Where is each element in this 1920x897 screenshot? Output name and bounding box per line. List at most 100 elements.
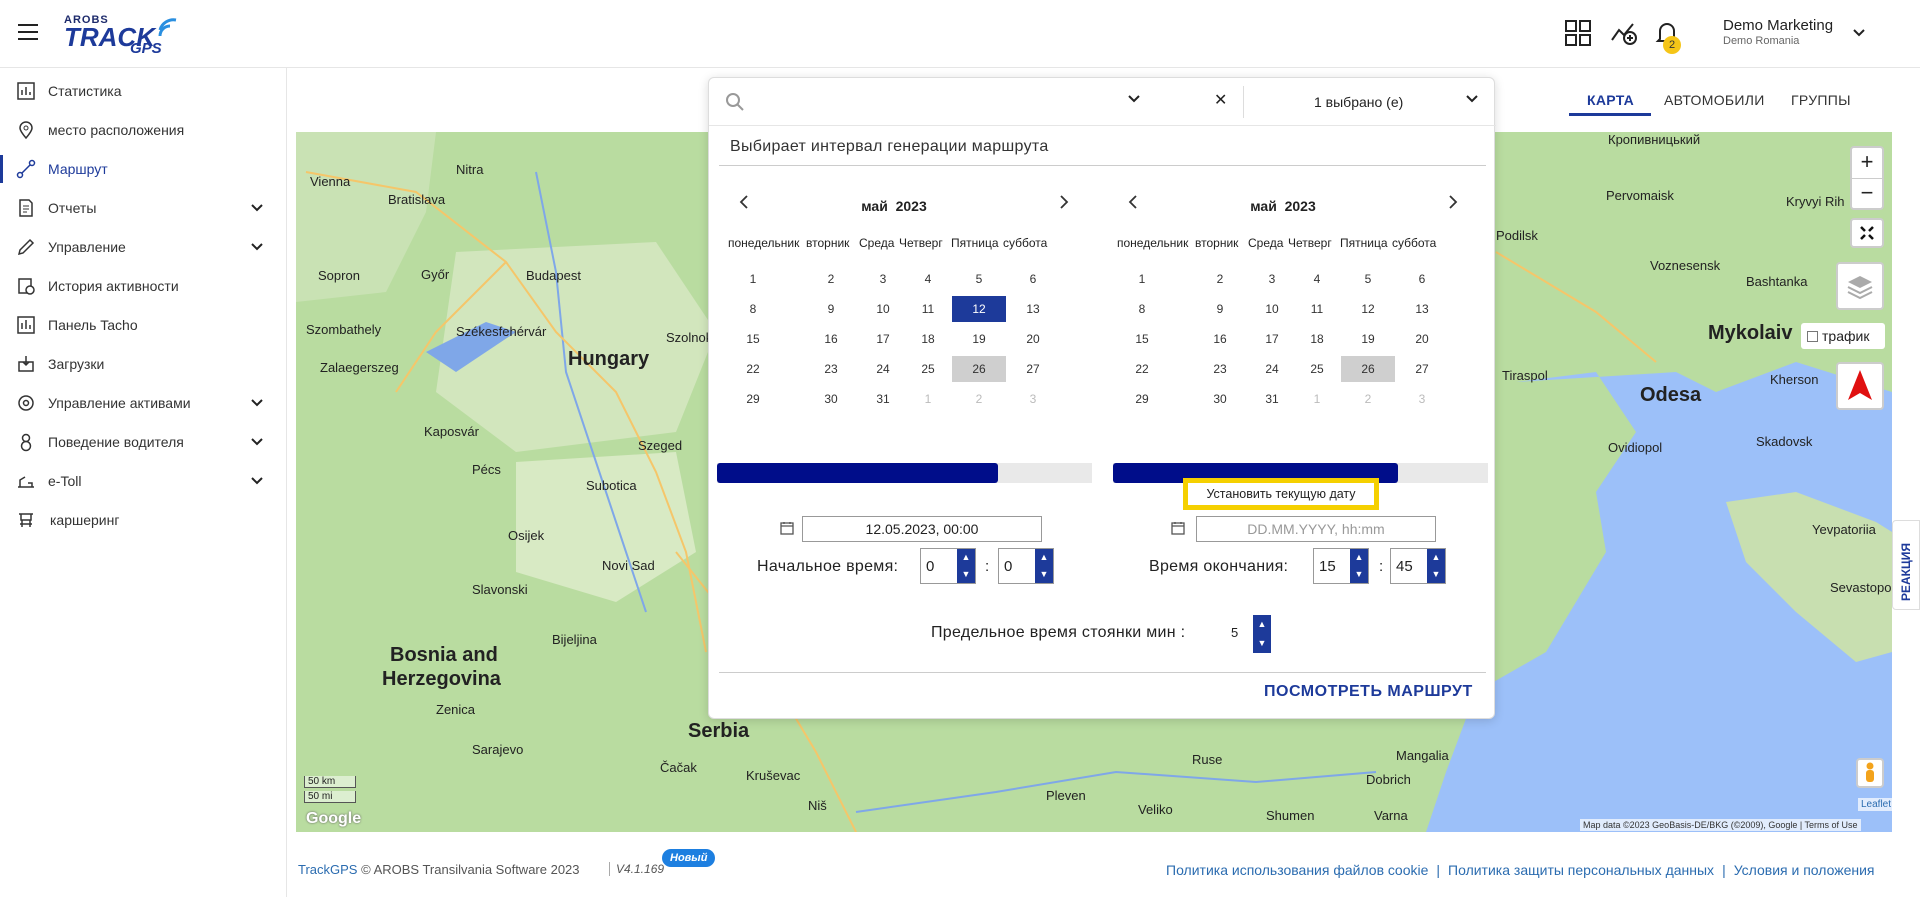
calendar-day[interactable]: 19 [952, 326, 1006, 352]
calendar-day[interactable]: 19 [1341, 326, 1395, 352]
calendar-day[interactable]: 22 [726, 356, 780, 382]
increment-arrow-icon[interactable]: ▲ [1035, 549, 1053, 566]
calendar-day[interactable]: 13 [1395, 296, 1449, 322]
calendar-day[interactable]: 29 [726, 386, 780, 412]
reaction-side-tab[interactable]: РЕАКЦИЯ [1892, 520, 1920, 610]
tab-groups[interactable]: ГРУППЫ [1791, 92, 1851, 108]
calendar-day[interactable]: 1 [1290, 386, 1344, 412]
sidebar-item-management[interactable]: Управление [0, 229, 287, 265]
calendar-day[interactable]: 30 [1193, 386, 1247, 412]
calendar-icon[interactable] [780, 521, 794, 535]
increment-arrow-icon[interactable]: ▲ [1253, 615, 1271, 634]
parking-time-value[interactable]: 5 [1231, 625, 1238, 640]
zoom-out-button[interactable]: − [1852, 178, 1882, 208]
calendar-day[interactable]: 26 [1341, 356, 1395, 382]
chevron-down-icon[interactable] [250, 398, 264, 408]
calendar-day[interactable]: 6 [1395, 266, 1449, 292]
calendar-day[interactable]: 18 [901, 326, 955, 352]
traffic-checkbox[interactable] [1807, 330, 1818, 342]
calendar-icon[interactable] [1171, 521, 1185, 535]
end-minute-stepper[interactable]: 45 ▲ ▼ [1390, 548, 1446, 584]
calendar-day[interactable]: 29 [1115, 386, 1169, 412]
parking-time-stepper[interactable]: ▲ ▼ [1253, 615, 1271, 653]
chevron-down-icon[interactable] [1127, 94, 1141, 104]
calendar-day[interactable]: 12 [952, 296, 1006, 322]
tab-map[interactable]: КАРТА [1587, 92, 1634, 108]
sidebar-item-location[interactable]: место расположения [0, 112, 287, 148]
sidebar-item-statistics[interactable]: Статистика [0, 73, 287, 109]
chevron-down-icon[interactable] [1852, 28, 1866, 38]
calendar-day[interactable]: 23 [804, 356, 858, 382]
sidebar-item-carsharing[interactable]: каршеринг [0, 502, 287, 538]
cookie-policy-link[interactable]: Политика использования файлов cookie [1166, 862, 1428, 878]
calendar-day[interactable]: 27 [1395, 356, 1449, 382]
traffic-toggle[interactable]: трафик [1801, 323, 1885, 349]
hamburger-menu-icon[interactable] [18, 24, 38, 40]
set-current-date-button[interactable]: Установить текущую дату [1183, 478, 1379, 510]
sidebar-item-downloads[interactable]: Загрузки [0, 346, 287, 382]
chevron-down-icon[interactable] [250, 242, 264, 252]
calendar-day[interactable]: 20 [1395, 326, 1449, 352]
fleet-add-icon[interactable] [1609, 18, 1639, 48]
calendar-day[interactable]: 12 [1341, 296, 1395, 322]
decrement-arrow-icon[interactable]: ▼ [1253, 634, 1271, 653]
zoom-in-button[interactable]: + [1852, 148, 1882, 178]
calendar-day[interactable]: 16 [804, 326, 858, 352]
north-arrow-button[interactable] [1836, 362, 1884, 410]
new-badge[interactable]: Новый [662, 849, 716, 867]
calendar-day[interactable]: 5 [1341, 266, 1395, 292]
map-attribution[interactable]: Map data ©2023 GeoBasis-DE/BKG (©2009), … [1580, 819, 1861, 831]
grid-apps-icon[interactable] [1563, 18, 1593, 48]
sidebar-item-asset-management[interactable]: Управление активами [0, 385, 287, 421]
calendar-day[interactable]: 22 [1115, 356, 1169, 382]
decrement-arrow-icon[interactable]: ▼ [1350, 566, 1368, 583]
calendar-day[interactable]: 15 [726, 326, 780, 352]
calendar-day[interactable]: 26 [952, 356, 1006, 382]
calendar-day[interactable]: 13 [1006, 296, 1060, 322]
chevron-right-icon[interactable] [1447, 194, 1459, 210]
sidebar-item-activity-history[interactable]: История активности [0, 268, 287, 304]
sidebar-item-route[interactable]: Маршрут [0, 151, 287, 187]
trackgps-link[interactable]: TrackGPS [298, 862, 357, 877]
sidebar-item-reports[interactable]: Отчеты [0, 190, 287, 226]
calendar-day[interactable]: 9 [804, 296, 858, 322]
clear-selection-icon[interactable]: ✕ [1214, 90, 1227, 110]
sidebar-item-tacho-panel[interactable]: Панель Tacho [0, 307, 287, 343]
calendar-day[interactable]: 20 [1006, 326, 1060, 352]
selected-count[interactable]: 1 выбрано (е) [1314, 94, 1403, 110]
calendar-day[interactable]: 6 [1006, 266, 1060, 292]
chevron-down-icon[interactable] [250, 476, 264, 486]
calendar-day[interactable]: 4 [901, 266, 955, 292]
leaflet-link[interactable]: Leaflet [1858, 798, 1895, 811]
calendar-day[interactable]: 4 [1290, 266, 1344, 292]
calendar-day[interactable]: 30 [804, 386, 858, 412]
decrement-arrow-icon[interactable]: ▼ [1427, 566, 1445, 583]
sidebar-item-driver-behavior[interactable]: Поведение водителя [0, 424, 287, 460]
end-date-input[interactable]: DD.MM.YYYY, hh:mm [1196, 516, 1436, 542]
app-logo[interactable]: AROBS TRACK GPS [64, 14, 184, 58]
chevron-down-icon[interactable] [250, 203, 264, 213]
user-name[interactable]: Demo Marketing [1723, 17, 1833, 34]
calendar-day[interactable]: 2 [1341, 386, 1395, 412]
calendar-day[interactable]: 18 [1290, 326, 1344, 352]
calendar-day[interactable]: 25 [1290, 356, 1344, 382]
chevron-down-icon[interactable] [250, 437, 264, 447]
sidebar-item-etoll[interactable]: e-Toll [0, 463, 287, 499]
fullscreen-button[interactable] [1850, 218, 1884, 248]
end-hour-stepper[interactable]: 15 ▲ ▼ [1313, 548, 1369, 584]
start-hour-stepper[interactable]: 0 ▲ ▼ [920, 548, 976, 584]
calendar-day[interactable]: 2 [804, 266, 858, 292]
calendar-day[interactable]: 5 [952, 266, 1006, 292]
start-date-input[interactable]: 12.05.2023, 00:00 [802, 516, 1042, 542]
calendar-day[interactable]: 1 [1115, 266, 1169, 292]
calendar-day[interactable]: 11 [901, 296, 955, 322]
calendar-day[interactable]: 27 [1006, 356, 1060, 382]
calendar-day[interactable]: 2 [1193, 266, 1247, 292]
view-route-button[interactable]: ПОСМОТРЕТЬ МАРШРУТ [1264, 683, 1473, 701]
increment-arrow-icon[interactable]: ▲ [1350, 549, 1368, 566]
calendar-day[interactable]: 8 [726, 296, 780, 322]
chevron-down-icon[interactable] [1465, 94, 1479, 104]
street-view-button[interactable] [1856, 758, 1884, 788]
calendar-day[interactable]: 3 [1006, 386, 1060, 412]
calendar-day[interactable]: 8 [1115, 296, 1169, 322]
